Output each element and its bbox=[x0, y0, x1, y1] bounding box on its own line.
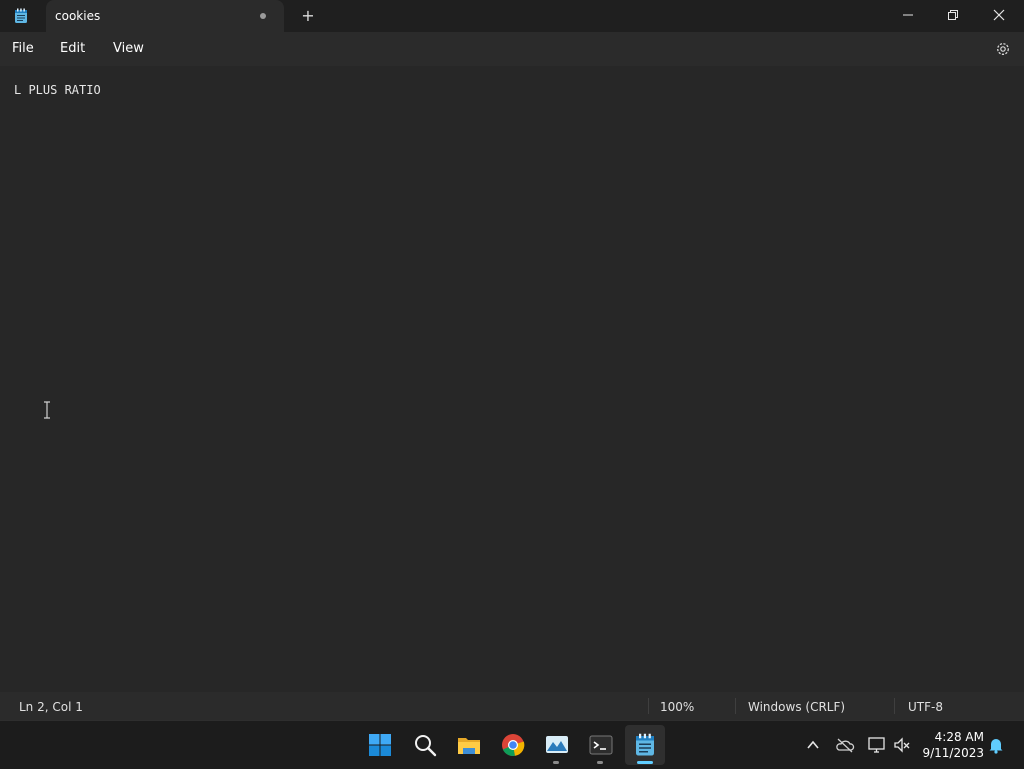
encoding[interactable]: UTF-8 bbox=[908, 700, 943, 714]
running-indicator bbox=[597, 761, 603, 764]
active-indicator bbox=[637, 761, 653, 764]
tab-title: cookies bbox=[55, 9, 101, 23]
restore-icon bbox=[948, 10, 958, 20]
notepad-window: cookies + File Edit View L PLUS RATIO Ln… bbox=[0, 0, 1024, 720]
notepad-taskbar-button[interactable] bbox=[630, 730, 660, 760]
start-button[interactable] bbox=[365, 730, 395, 760]
search-icon bbox=[415, 735, 437, 757]
file-explorer-button[interactable] bbox=[454, 730, 484, 760]
photos-button[interactable] bbox=[542, 730, 572, 760]
menu-view[interactable]: View bbox=[113, 41, 144, 56]
network-icon[interactable] bbox=[867, 735, 887, 755]
menu-file[interactable]: File bbox=[12, 41, 34, 56]
photos-icon bbox=[546, 736, 568, 753]
new-tab-button[interactable]: + bbox=[298, 6, 318, 26]
status-divider bbox=[894, 698, 895, 714]
close-icon bbox=[993, 9, 1005, 21]
maximize-button[interactable] bbox=[930, 0, 976, 32]
unsaved-indicator-icon[interactable] bbox=[260, 13, 266, 19]
clock-date: 9/11/2023 bbox=[922, 746, 984, 760]
status-bar: Ln 2, Col 1 100% Windows (CRLF) UTF-8 bbox=[0, 692, 1024, 720]
menu-bar: File Edit View bbox=[0, 32, 1024, 66]
minimize-icon bbox=[903, 14, 913, 16]
windows-logo-icon bbox=[369, 734, 391, 756]
chevron-up-icon[interactable] bbox=[803, 735, 823, 755]
text-editor[interactable]: L PLUS RATIO bbox=[0, 66, 1024, 692]
system-clock[interactable]: 4:28 AM 9/11/2023 bbox=[918, 729, 984, 761]
search-button[interactable] bbox=[410, 730, 440, 760]
line-ending[interactable]: Windows (CRLF) bbox=[748, 700, 845, 714]
close-button[interactable] bbox=[976, 0, 1022, 32]
terminal-button[interactable] bbox=[586, 730, 616, 760]
onedrive-offline-icon[interactable] bbox=[835, 735, 855, 755]
clock-time: 4:28 AM bbox=[934, 730, 984, 744]
menu-edit[interactable]: Edit bbox=[60, 41, 85, 56]
taskbar: 4:28 AM 9/11/2023 bbox=[0, 720, 1024, 769]
tab-cookies[interactable]: cookies bbox=[46, 0, 284, 32]
cursor-position[interactable]: Ln 2, Col 1 bbox=[19, 700, 83, 714]
status-divider bbox=[648, 698, 649, 714]
notepad-icon bbox=[636, 733, 654, 756]
text-cursor-icon bbox=[44, 401, 50, 419]
folder-icon bbox=[458, 738, 480, 754]
chrome-button[interactable] bbox=[498, 730, 528, 760]
status-divider bbox=[735, 698, 736, 714]
speaker-muted-icon[interactable] bbox=[892, 735, 912, 755]
chrome-icon bbox=[502, 734, 525, 756]
terminal-icon bbox=[589, 735, 613, 755]
notification-bell-icon[interactable] bbox=[986, 735, 1006, 755]
zoom-level[interactable]: 100% bbox=[660, 700, 694, 714]
title-bar[interactable]: cookies + bbox=[0, 0, 1024, 32]
notepad-icon bbox=[15, 8, 27, 23]
gear-icon[interactable] bbox=[994, 40, 1012, 58]
running-indicator bbox=[553, 761, 559, 764]
editor-content[interactable]: L PLUS RATIO bbox=[14, 83, 101, 97]
minimize-button[interactable] bbox=[885, 0, 931, 32]
